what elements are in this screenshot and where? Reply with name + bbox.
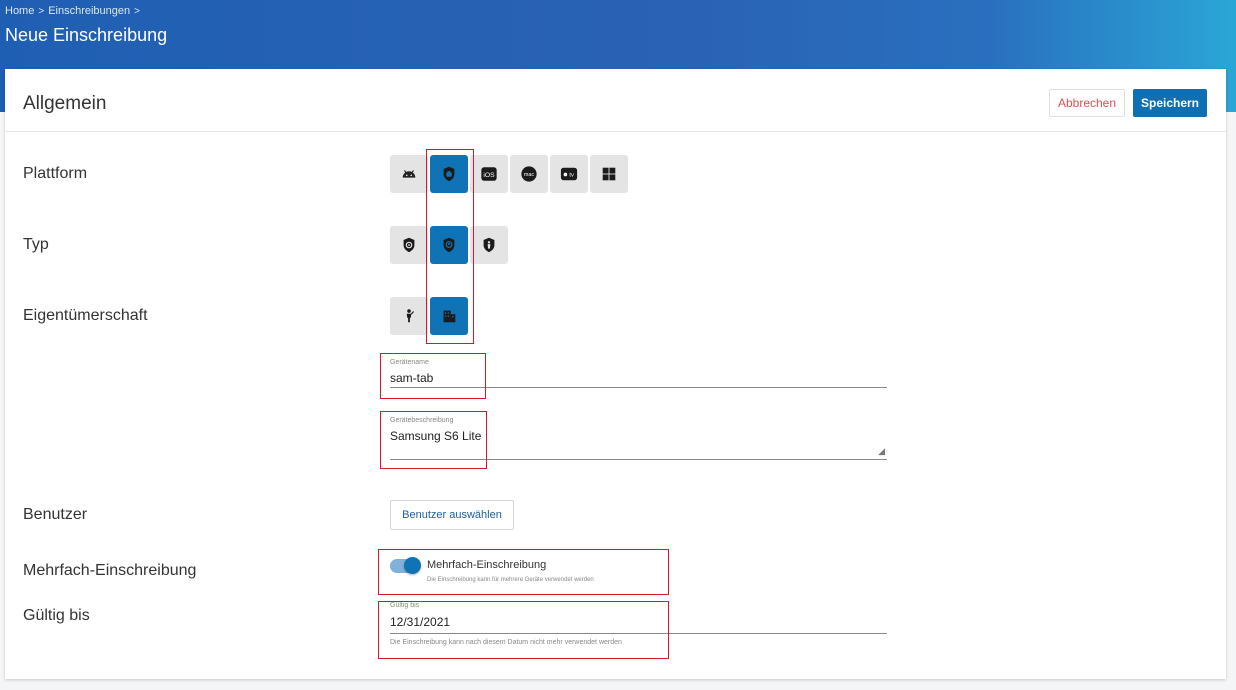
general-card: Allgemein Abbrechen Speichern Plattform … [5, 69, 1226, 679]
device-name-label: Gerätename [390, 359, 429, 366]
type-label: Typ [23, 236, 49, 253]
device-name-input[interactable] [390, 371, 870, 385]
svg-text:tv: tv [569, 173, 574, 179]
user-device-icon [483, 237, 495, 253]
device-description-label: Gerätebeschreibung [390, 417, 454, 424]
type-work-profile[interactable] [430, 226, 468, 264]
breadcrumb-separator: > [38, 5, 45, 17]
device-description-field: Gerätebeschreibung Samsung S6 Lite ◢ [390, 417, 887, 460]
card-header: Allgemein Abbrechen Speichern [5, 69, 1226, 132]
ownership-label: Eigentümerschaft [23, 307, 148, 324]
toggle-knob [404, 557, 421, 574]
platform-android-enterprise[interactable] [430, 155, 468, 193]
work-profile-icon [443, 237, 455, 253]
macos-icon: mac [521, 166, 537, 182]
ownership-corporate[interactable] [430, 297, 468, 335]
platform-apple-tv[interactable]: tv [550, 155, 588, 193]
platform-macos[interactable]: mac [510, 155, 548, 193]
platform-android[interactable] [390, 155, 428, 193]
ownership-selector [390, 297, 468, 335]
device-name-field: Gerätename [390, 359, 887, 388]
breadcrumb-home[interactable]: Home [5, 5, 34, 17]
cancel-button[interactable]: Abbrechen [1049, 89, 1125, 117]
save-button[interactable]: Speichern [1133, 89, 1207, 117]
card-title: Allgemein [23, 93, 107, 114]
select-user-button[interactable]: Benutzer auswählen [390, 500, 514, 530]
multi-enrollment-hint: Die Einschreibung kann für mehrere Gerät… [427, 577, 594, 583]
breadcrumb-enrollments[interactable]: Einschreibungen [48, 5, 130, 17]
multi-enrollment-toggle[interactable] [390, 557, 421, 574]
windows-icon [602, 167, 616, 181]
apple-tv-icon: tv [560, 167, 578, 181]
platform-ios[interactable]: iOS [470, 155, 508, 193]
resize-handle-icon[interactable]: ◢ [878, 446, 885, 457]
svg-text:iOS: iOS [483, 172, 495, 179]
valid-until-hint: Die Einschreibung kann nach diesem Datum… [390, 639, 622, 646]
managed-device-icon [403, 237, 415, 253]
breadcrumb-separator: > [134, 5, 140, 17]
platform-label: Plattform [23, 165, 88, 182]
ios-icon: iOS [481, 167, 497, 181]
valid-until-field-label: Gültig bis [390, 602, 420, 609]
platform-selector: iOS mac tv [390, 155, 628, 193]
android-enterprise-icon [443, 166, 455, 182]
ownership-personal[interactable] [390, 297, 428, 335]
android-icon [402, 170, 416, 178]
platform-windows[interactable] [590, 155, 628, 193]
multi-enrollment-toggle-label: Mehrfach-Einschreibung [427, 559, 547, 571]
svg-text:mac: mac [524, 172, 534, 178]
user-label: Benutzer [23, 506, 88, 523]
type-selector [390, 226, 508, 264]
device-description-input[interactable]: Samsung S6 Lite [390, 429, 870, 447]
page-title: Neue Einschreibung [5, 25, 168, 45]
type-user-device[interactable] [470, 226, 508, 264]
multi-enrollment-label: Mehrfach-Einschreibung [23, 562, 197, 579]
valid-until-label: Gültig bis [23, 607, 90, 624]
corporate-icon [443, 310, 456, 323]
highlight-box [378, 549, 669, 595]
type-managed-device[interactable] [390, 226, 428, 264]
breadcrumb: Home > Einschreibungen > [5, 5, 140, 17]
personal-icon [406, 309, 414, 323]
valid-until-field: Gültig bis [390, 602, 887, 634]
valid-until-input[interactable] [390, 615, 870, 629]
